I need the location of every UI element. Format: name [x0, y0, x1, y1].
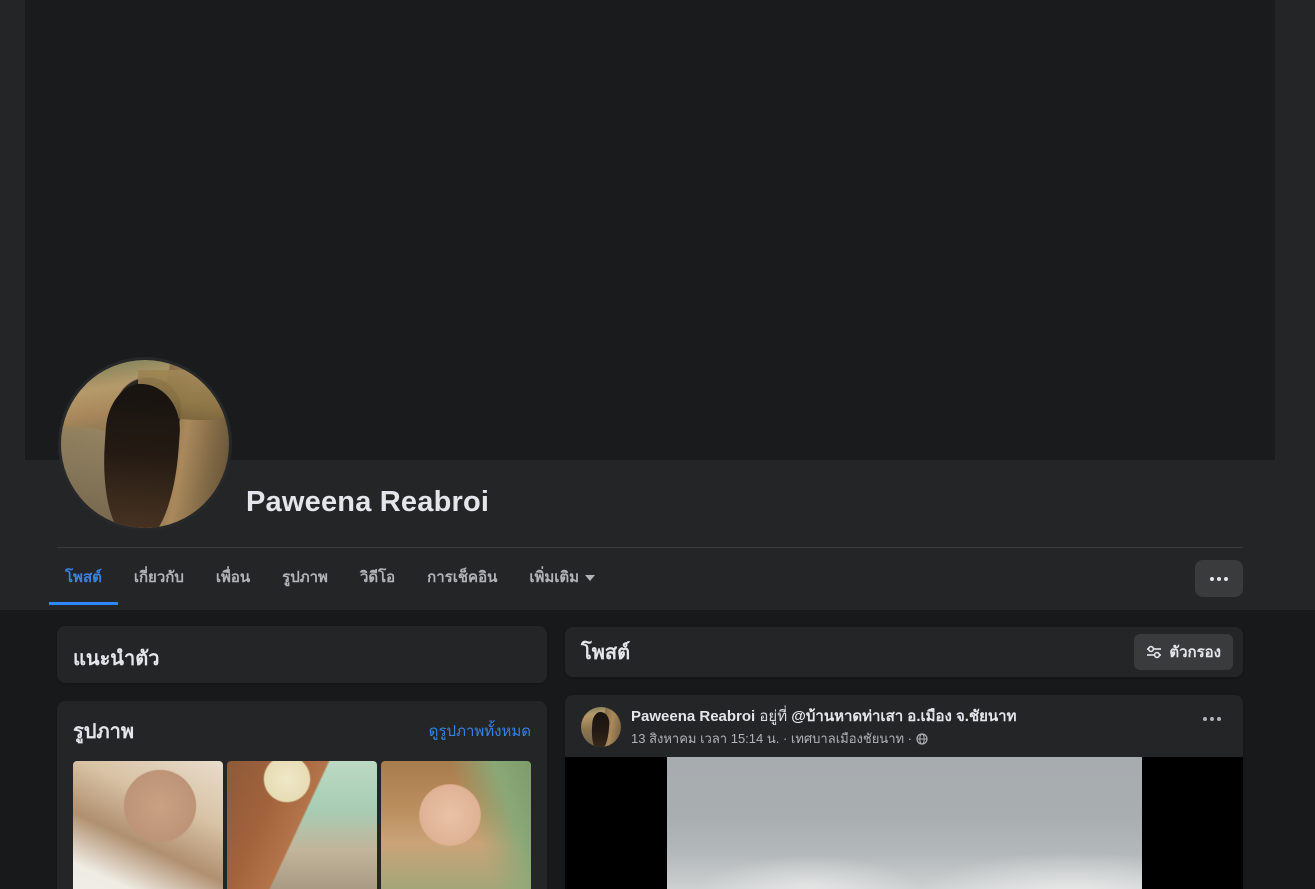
posts-filter-card: โพสต์ ตัวกรอง	[565, 627, 1243, 677]
profile-avatar[interactable]	[61, 360, 229, 528]
profile-tab-bar: โพสต์ เกี่ยวกับ เพื่อน รูปภาพ วิดีโอ การ…	[49, 552, 611, 605]
post-meta-line: 13 สิงหาคม เวลา 15:14 น. · เทศบาลเมืองชั…	[631, 730, 1197, 747]
post-header: Paweena Reabroi อยู่ที่ @บ้านหาดท่าเสา อ…	[565, 695, 1243, 757]
post-connector-text: อยู่ที่	[759, 708, 788, 725]
intro-card: แนะนำตัว	[57, 626, 547, 683]
post-media-container[interactable]	[565, 757, 1243, 889]
filters-button-label: ตัวกรอง	[1169, 644, 1221, 661]
posts-title: โพสต์	[581, 642, 631, 664]
tab-photos[interactable]: รูปภาพ	[266, 552, 344, 605]
photo-thumbnail[interactable]	[381, 761, 531, 889]
post-sky-photo	[666, 757, 1142, 889]
tab-friends[interactable]: เพื่อน	[200, 552, 266, 605]
post-title-line: Paweena Reabroi อยู่ที่ @บ้านหาดท่าเสา อ…	[631, 707, 1197, 727]
tab-videos[interactable]: วิดีโอ	[344, 552, 411, 605]
photo-thumbnail[interactable]	[73, 761, 223, 889]
post-more-options-button[interactable]	[1197, 707, 1227, 731]
photos-title: รูปภาพ	[73, 721, 135, 743]
post-card: Paweena Reabroi อยู่ที่ @บ้านหาดท่าเสา อ…	[565, 695, 1243, 889]
post-author-name[interactable]: Paweena Reabroi	[631, 708, 755, 725]
photos-card: รูปภาพ ดูรูปภาพทั้งหมด	[57, 701, 547, 889]
ellipsis-icon	[1203, 717, 1207, 721]
post-location-link[interactable]: @บ้านหาดท่าเสา อ.เมือง จ.ชัยนาท	[791, 708, 1016, 725]
profile-name: Paweena Reabroi	[246, 486, 490, 518]
chevron-down-icon	[585, 575, 596, 581]
photo-thumbnail[interactable]	[227, 761, 377, 889]
photo-grid	[73, 761, 531, 889]
sliders-icon	[1147, 645, 1162, 659]
tab-checkins[interactable]: การเช็คอิน	[411, 552, 513, 605]
post-author-avatar[interactable]	[581, 707, 621, 747]
see-all-photos-link[interactable]: ดูรูปภาพทั้งหมด	[429, 719, 531, 743]
avatar-hair-detail	[98, 381, 184, 528]
facebook-profile-page: Paweena Reabroi โพสต์ เกี่ยวกับ เพื่อน ร…	[0, 0, 1315, 889]
tab-about[interactable]: เกี่ยวกับ	[118, 552, 200, 605]
tab-divider	[57, 547, 1243, 548]
post-timestamp[interactable]: 13 สิงหาคม เวลา 15:14 น. · เทศบาลเมืองชั…	[631, 730, 912, 747]
filters-button[interactable]: ตัวกรอง	[1134, 634, 1233, 670]
tab-more[interactable]: เพิ่มเติม	[513, 552, 611, 605]
intro-title: แนะนำตัว	[73, 648, 160, 670]
globe-public-icon	[916, 732, 928, 745]
tab-posts[interactable]: โพสต์	[49, 552, 118, 605]
profile-more-options-button[interactable]	[1195, 560, 1243, 597]
ellipsis-icon	[1210, 576, 1214, 581]
